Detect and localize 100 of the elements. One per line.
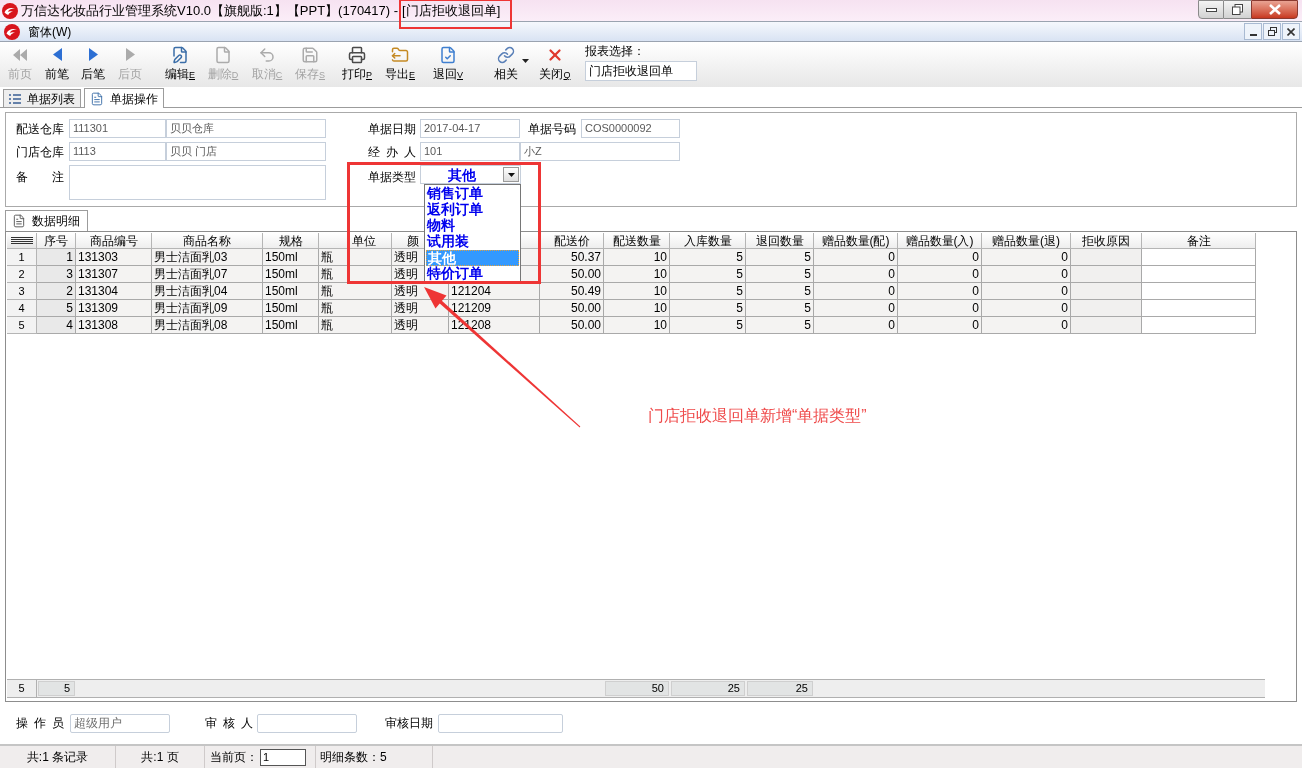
- column-header: 退回数量: [746, 233, 814, 249]
- table-cell: 131308: [76, 317, 152, 334]
- table-cell: 男士洁面乳03: [152, 249, 263, 266]
- report-select-field[interactable]: 门店拒收退回单: [585, 61, 697, 81]
- table-cell: [1071, 317, 1142, 334]
- table-cell: 5: [670, 266, 746, 283]
- text-field[interactable]: [257, 713, 357, 733]
- table-cell: 131307: [76, 266, 152, 283]
- dropdown-option[interactable]: 物料: [426, 218, 519, 234]
- table-cell: 3: [37, 266, 76, 283]
- text-field[interactable]: [438, 713, 563, 733]
- column-header: 商品名称: [152, 233, 263, 249]
- restore-button[interactable]: [1263, 23, 1281, 40]
- link-icon: [497, 45, 515, 64]
- text-field[interactable]: 小Z: [520, 142, 680, 161]
- restore-button[interactable]: [1224, 0, 1251, 19]
- table-cell: [1071, 249, 1142, 266]
- toolbar-button[interactable]: 后笔: [75, 42, 111, 85]
- text-field[interactable]: 超级用户: [70, 713, 170, 733]
- document-icon: [12, 214, 26, 228]
- table-cell: 131304: [76, 283, 152, 300]
- text-field[interactable]: 111301: [69, 119, 166, 138]
- table-cell: 10: [604, 283, 670, 300]
- table-cell: 0: [898, 317, 982, 334]
- annotation-note: 门店拒收退回单新增“单据类型”: [648, 406, 867, 426]
- table-cell: 10: [604, 249, 670, 266]
- minimize-button[interactable]: [1198, 0, 1224, 19]
- toolbar-button[interactable]: 关闭 Q: [537, 42, 573, 85]
- toolbar-button[interactable]: 打印P: [339, 42, 375, 85]
- undo-icon: [258, 45, 276, 64]
- dropdown-arrow-button[interactable]: [503, 167, 519, 182]
- toolbar-button[interactable]: 相关: [480, 42, 532, 85]
- field-label: 备 注: [16, 170, 64, 184]
- table-cell: 150ml: [263, 249, 319, 266]
- detail-count: 明细条数：5: [320, 749, 387, 766]
- column-header: 配送价: [540, 233, 604, 249]
- close-button[interactable]: [1282, 23, 1300, 40]
- table-cell: 5: [670, 317, 746, 334]
- table-cell: 男士洁面乳04: [152, 283, 263, 300]
- total-cell: 25: [747, 681, 813, 696]
- pencil-document-icon: [171, 45, 189, 64]
- table-cell: 5: [670, 300, 746, 317]
- type-dropdown[interactable]: 其他: [420, 165, 521, 184]
- toolbar-button[interactable]: 退回V: [430, 42, 466, 85]
- table-cell: 5: [746, 266, 814, 283]
- toolbar-button[interactable]: 前笔: [39, 42, 75, 85]
- toolbar-button[interactable]: 导出E: [382, 42, 418, 85]
- text-field[interactable]: 2017-04-17: [420, 119, 520, 138]
- minimize-icon: [1205, 7, 1217, 12]
- table-cell: 131303: [76, 249, 152, 266]
- tab[interactable]: 单据操作: [84, 88, 164, 108]
- text-field[interactable]: 101: [420, 142, 520, 161]
- close-button[interactable]: [1251, 0, 1298, 19]
- table-cell: 0: [982, 317, 1071, 334]
- table-cell: 5: [746, 249, 814, 266]
- record-count: 共:1 条记录: [26, 749, 89, 766]
- table-cell: 瓶: [319, 283, 392, 300]
- minimize-button[interactable]: [1244, 23, 1262, 40]
- column-header: 入库数量: [670, 233, 746, 249]
- table-cell: 透明: [392, 300, 449, 317]
- table-cell: 0: [814, 266, 898, 283]
- column-header: 规格: [263, 233, 319, 249]
- toolbar-button[interactable]: 编辑E: [162, 42, 198, 85]
- table-cell: 5: [746, 300, 814, 317]
- current-page-field[interactable]: 1: [260, 748, 306, 766]
- table-cell: [1071, 300, 1142, 317]
- column-header: 商品编号: [76, 233, 152, 249]
- logo-icon: [4, 23, 20, 40]
- dropdown-option[interactable]: 销售订单: [426, 186, 519, 202]
- table-cell: 50.00: [540, 300, 604, 317]
- column-header: 配送数量: [604, 233, 670, 249]
- text-field[interactable]: 贝贝仓库: [166, 119, 326, 138]
- caret-icon: [507, 172, 515, 177]
- row-number: 3: [7, 283, 37, 300]
- tab[interactable]: 单据列表: [3, 89, 81, 107]
- column-header: 拒收原因: [1071, 233, 1142, 249]
- current-page-label: 当前页：: [210, 749, 258, 766]
- text-field[interactable]: COS0000092: [581, 119, 680, 138]
- menu-item[interactable]: 窗体(W): [28, 22, 72, 41]
- row-number: 2: [7, 266, 37, 283]
- text-field[interactable]: 贝贝 门店: [166, 142, 326, 161]
- table-cell: 透明: [392, 317, 449, 334]
- table-cell: 0: [982, 283, 1071, 300]
- total-cell: 25: [671, 681, 745, 696]
- table-cell: 0: [982, 266, 1071, 283]
- minimize-icon: [1249, 34, 1257, 36]
- table-cell: 5: [670, 249, 746, 266]
- column-header: 备注: [1142, 233, 1256, 249]
- total-cell: 5: [38, 681, 75, 696]
- table-cell: 男士洁面乳07: [152, 266, 263, 283]
- table-cell: 瓶: [319, 317, 392, 334]
- table-cell: 5: [746, 283, 814, 300]
- table-cell: 10: [604, 300, 670, 317]
- remark-field[interactable]: [69, 165, 326, 200]
- text-field[interactable]: 1113: [69, 142, 166, 161]
- row-count: 5: [7, 680, 37, 697]
- dropdown-option[interactable]: 返利订单: [426, 202, 519, 218]
- table-cell: 150ml: [263, 317, 319, 334]
- tab[interactable]: 数据明细: [5, 210, 88, 231]
- table-cell: 5: [670, 283, 746, 300]
